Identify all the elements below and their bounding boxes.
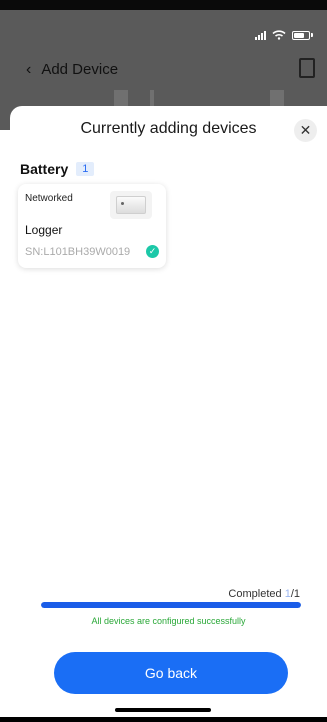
close-button[interactable]: ✕ [294, 119, 317, 142]
device-card[interactable]: Networked Logger SN:L101BH39W0019 ✓ [18, 184, 166, 268]
background-decoration [270, 90, 284, 106]
progress-label: Completed 1/1 [228, 588, 300, 600]
group-label: Battery [20, 161, 69, 177]
bottom-bezel [0, 717, 327, 722]
background-decoration [114, 90, 128, 106]
progress-bar-fill [41, 602, 301, 608]
group-count-badge: 1 [76, 162, 95, 176]
sheet-title: Currently adding devices [80, 120, 257, 137]
background-decoration [150, 90, 154, 106]
network-status: Networked [25, 193, 73, 204]
battery-tip [311, 33, 313, 37]
adding-devices-sheet: Currently adding devices ✕ Battery 1 Net… [10, 106, 327, 722]
progress-total: /1 [290, 588, 300, 600]
wifi-icon [272, 30, 286, 40]
screen: ‹ Add Device Currently adding devices ✕ … [0, 0, 327, 722]
router-icon [299, 58, 315, 78]
progress-label-text: Completed [228, 588, 285, 600]
back-chevron-icon: ‹ [26, 60, 32, 78]
success-message: All devices are configured successfully [91, 616, 246, 626]
device-name: Logger [25, 223, 63, 237]
background-header: ‹ Add Device [26, 61, 118, 78]
battery-icon [292, 30, 310, 40]
background-title: Add Device [41, 61, 119, 78]
signal-icon [255, 30, 266, 40]
device-serial-number: SN:L101BH39W0019 [25, 246, 131, 258]
status-bar [255, 30, 313, 40]
device-image [110, 191, 152, 219]
close-icon: ✕ [299, 122, 312, 138]
logger-device-icon [116, 196, 146, 214]
progress-bar [41, 602, 301, 608]
device-group-header: Battery 1 [20, 161, 95, 177]
check-icon: ✓ [146, 245, 159, 258]
go-back-button[interactable]: Go back [54, 652, 288, 694]
top-bezel [0, 0, 327, 10]
home-indicator [115, 708, 211, 712]
